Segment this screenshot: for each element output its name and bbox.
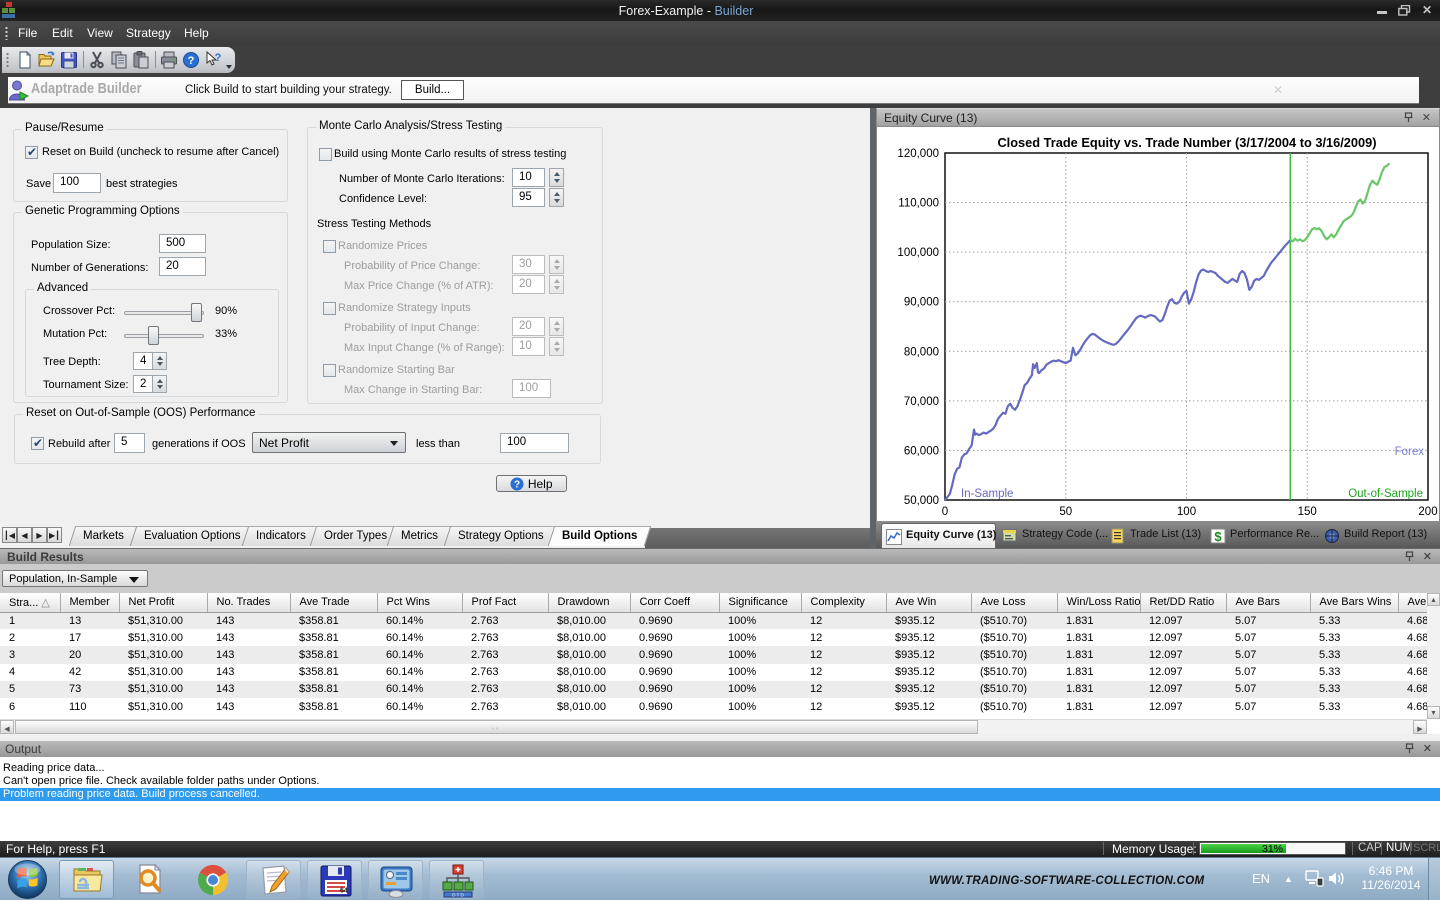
svg-text:90,000: 90,000	[904, 297, 939, 309]
svg-text:50,000: 50,000	[904, 495, 939, 507]
svg-text:0: 0	[942, 506, 948, 518]
svg-text:100,000: 100,000	[897, 247, 939, 259]
svg-text:Closed Trade Equity vs. Trade: Closed Trade Equity vs. Trade Number (3/…	[997, 135, 1376, 150]
svg-text:64: 64	[340, 888, 348, 895]
svg-text:In-Sample: In-Sample	[961, 488, 1013, 500]
svg-text:110,000: 110,000	[898, 198, 939, 210]
svg-text:?: ?	[188, 55, 195, 67]
svg-text:60,000: 60,000	[904, 445, 939, 457]
svg-text:120,000: 120,000	[897, 148, 939, 160]
svg-text:Forex: Forex	[1395, 446, 1425, 458]
svg-text:D T D: D T D	[452, 893, 464, 898]
svg-text:?: ?	[514, 480, 520, 491]
svg-text:200: 200	[1418, 506, 1437, 518]
svg-text:?: ?	[215, 52, 222, 64]
svg-text:80,000: 80,000	[904, 346, 939, 358]
svg-text:50: 50	[1059, 506, 1072, 518]
svg-text:100: 100	[1177, 506, 1196, 518]
svg-text:Out-of-Sample: Out-of-Sample	[1348, 488, 1423, 500]
svg-text:150: 150	[1298, 506, 1317, 518]
svg-text:70,000: 70,000	[904, 396, 939, 408]
svg-text:$: $	[1214, 529, 1222, 544]
